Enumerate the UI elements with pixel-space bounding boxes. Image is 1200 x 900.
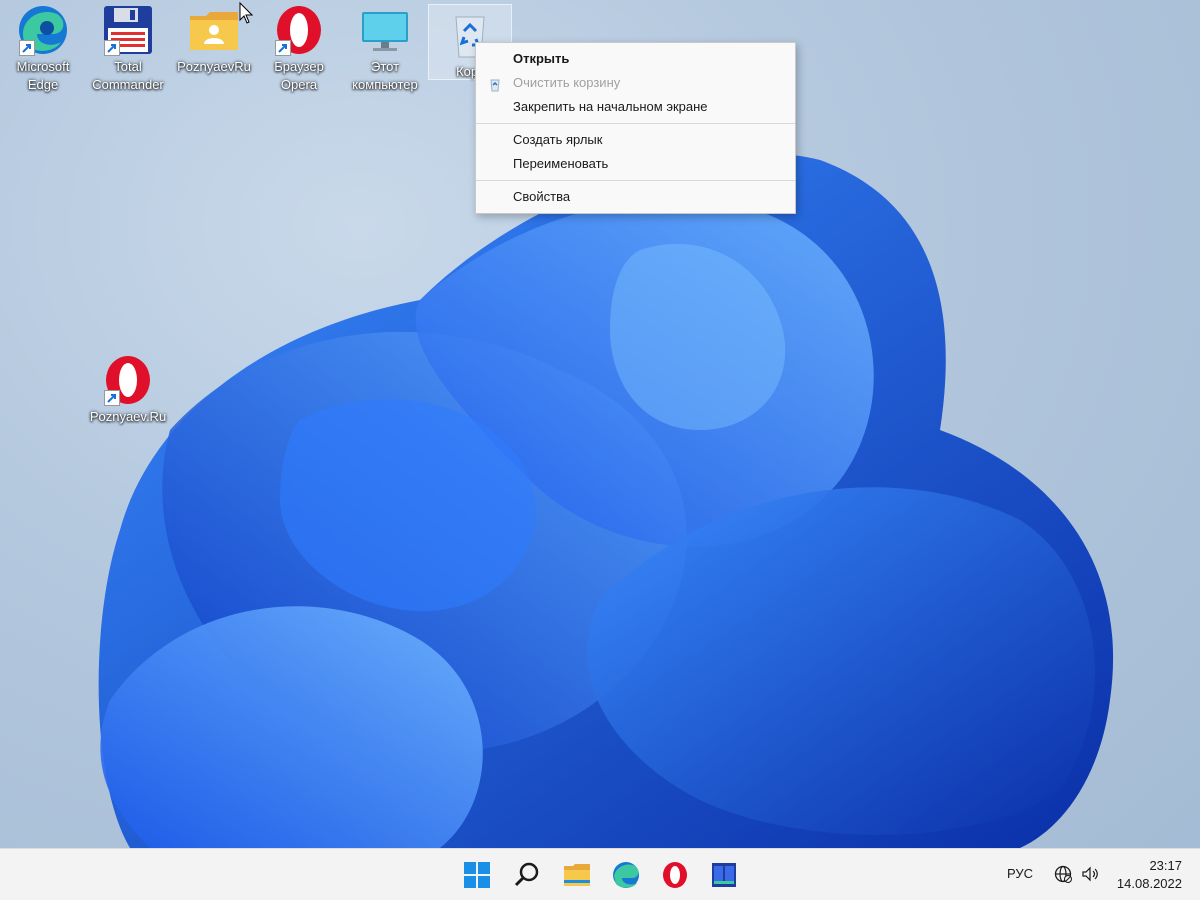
desktop-icon-this-pc[interactable]: Этот компьютер [345,0,425,94]
menu-item-label: Создать ярлык [513,132,603,147]
menu-item-label: Переименовать [513,156,609,171]
desktop-icon-label: PoznyaevRu [177,59,251,74]
mouse-cursor-icon [239,2,253,24]
menu-separator [476,180,795,181]
taskbar-file-explorer[interactable] [559,857,595,893]
menu-item-label: Свойства [513,189,571,204]
context-menu: Открыть Очистить корзину Закрепить на на… [475,42,796,214]
edge-icon [613,862,639,888]
desktop-icon-label: Этот компьютер [352,59,418,92]
start-icon [464,862,490,888]
desktop-icon-label: Браузер Opera [274,59,324,92]
taskbar-total-commander[interactable] [706,857,742,893]
desktop-icon-opera-browser[interactable]: Браузер Opera [259,0,339,94]
menu-item-properties[interactable]: Свойства [476,185,795,209]
menu-item-open[interactable]: Открыть [476,47,795,71]
taskbar-opera[interactable] [657,857,693,893]
search-button[interactable] [509,857,545,893]
menu-separator [476,123,795,124]
taskbar: РУС 23:17 14.08.2022 [0,848,1200,900]
shortcut-arrow-icon [19,40,35,56]
clock[interactable]: 23:17 14.08.2022 [1117,857,1182,893]
start-button[interactable] [459,857,495,893]
menu-item-pin-to-start[interactable]: Закрепить на начальном экране [476,95,795,119]
desktop-icon-label: Microsoft Edge [16,59,70,92]
menu-item-create-shortcut[interactable]: Создать ярлык [476,128,795,152]
clock-date: 14.08.2022 [1116,876,1182,891]
search-icon [514,862,539,887]
desktop-icon-label: Total Commander [92,59,164,92]
recycle-bin-icon [488,76,502,92]
floppy-disk-icon [102,4,154,56]
menu-item-rename[interactable]: Переименовать [476,152,795,176]
desktop-icon-poznyaev-ru[interactable]: Poznyaev.Ru [88,350,168,426]
menu-item-label: Открыть [513,51,570,66]
desktop-icon-microsoft-edge[interactable]: Microsoft Edge [3,0,83,94]
user-folder-icon [188,4,240,56]
taskbar-edge[interactable] [608,857,644,893]
desktop-icon-label: Poznyaev.Ru [89,409,167,424]
opera-icon [663,862,687,888]
opera-icon [102,354,154,406]
language-indicator[interactable]: РУС [1007,866,1033,881]
desktop-icon-total-commander[interactable]: Total Commander [88,0,168,94]
total-commander-icon [712,863,736,887]
shortcut-arrow-icon [275,40,291,56]
opera-icon [273,4,325,56]
menu-item-label: Закрепить на начальном экране [513,99,708,114]
shortcut-arrow-icon [104,40,120,56]
file-explorer-icon [564,864,590,886]
menu-item-label: Очистить корзину [513,75,621,90]
menu-item-empty-recycle-bin: Очистить корзину [476,71,795,95]
edge-icon [17,4,69,56]
clock-time: 23:17 [1149,858,1182,873]
monitor-icon [359,4,411,56]
volume-icon[interactable] [1080,864,1100,884]
shortcut-arrow-icon [104,390,120,406]
network-icon[interactable] [1053,864,1073,884]
